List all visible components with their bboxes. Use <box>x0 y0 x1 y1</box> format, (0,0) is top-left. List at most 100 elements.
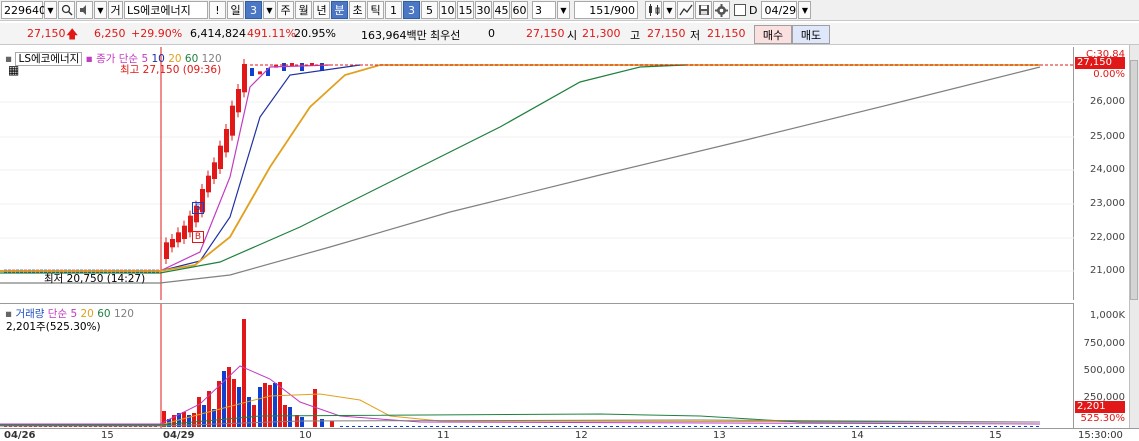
low-annotation: 최저 20,750 (14:27) <box>44 273 146 285</box>
interval-dropdown[interactable]: ▼ <box>557 1 570 19</box>
current-price-tag: 27,150 <box>1075 57 1125 69</box>
period-tick-button[interactable]: 틱 <box>367 1 384 19</box>
price-chart-pane[interactable]: ▪ LS에코에너지 ▪ 종가 단순 5 10 20 60 120 ▦ 최고 27… <box>0 47 1074 300</box>
volume-bar <box>874 426 877 427</box>
interval-1-button[interactable]: 1 <box>385 1 402 19</box>
trade-amount: 163,964백만 <box>361 29 427 42</box>
candle <box>242 64 247 93</box>
period-week-button[interactable]: 주 <box>277 1 294 19</box>
buy-signal-marker[interactable]: B <box>192 231 204 243</box>
vol-ytick: 750,000 <box>1083 338 1125 349</box>
current-price: 27,150 <box>27 27 66 40</box>
volume-bar <box>598 426 601 427</box>
volume-bar <box>646 426 649 427</box>
volume-bar <box>736 426 739 427</box>
sell-signal-marker[interactable]: S <box>192 202 204 214</box>
scrollbar-thumb[interactable] <box>1130 60 1138 300</box>
volume-bar <box>1036 426 1039 427</box>
date-dropdown[interactable]: ▼ <box>798 1 812 19</box>
volume-bar <box>242 319 246 427</box>
period-day-count[interactable]: 3 <box>245 1 262 19</box>
sell-button[interactable]: 매도 <box>792 25 830 44</box>
volume-bar <box>886 426 889 427</box>
candle <box>206 175 211 193</box>
volume-bar <box>406 426 409 427</box>
pin-icon[interactable]: ▪ <box>86 53 93 65</box>
volume-bar <box>340 426 343 427</box>
volume-bar <box>526 426 529 427</box>
interval-30-button[interactable]: 30 <box>475 1 492 19</box>
volume: 6,414,824 <box>190 27 246 40</box>
candle-settings-dropdown[interactable]: ▼ <box>663 1 676 19</box>
volume-bar <box>892 426 895 427</box>
stock-name-field[interactable]: LS에코에너지 <box>124 1 208 19</box>
period-second-button[interactable]: 초 <box>349 1 366 19</box>
volume-bar <box>278 382 282 427</box>
period-month-button[interactable]: 월 <box>295 1 312 19</box>
volume-bar <box>748 426 751 427</box>
date-checkbox[interactable] <box>734 4 746 16</box>
volume-bar <box>330 421 334 427</box>
draw-tool-icon[interactable] <box>677 1 694 19</box>
volume-bar <box>730 426 733 427</box>
alert-button[interactable]: ! <box>209 1 226 19</box>
volume-bar <box>472 426 475 427</box>
open-price: 21,300 <box>582 27 621 40</box>
interval-45-button[interactable]: 45 <box>493 1 510 19</box>
date-input[interactable]: 04/29 <box>761 1 798 19</box>
candle <box>250 68 254 76</box>
up-arrow-icon: 🡅 <box>66 27 79 41</box>
stock-code-input[interactable]: 229640 <box>1 1 46 19</box>
candle <box>212 162 217 179</box>
save-icon[interactable] <box>695 1 712 19</box>
volume-bar <box>862 426 865 427</box>
interval-input[interactable]: 3 <box>532 1 556 19</box>
volume-chart[interactable] <box>0 304 1074 429</box>
volume-bar <box>1000 426 1003 427</box>
volume-bar <box>706 426 709 427</box>
period-minute-button[interactable]: 분 <box>331 1 348 19</box>
interval-60-button[interactable]: 60 <box>511 1 528 19</box>
quote-bar: 27,150 🡅 6,250 +29.90% 6,414,824 491.11%… <box>0 23 1139 45</box>
volume-bar <box>718 426 721 427</box>
volume-bar <box>273 383 277 427</box>
gear-icon[interactable] <box>713 1 730 19</box>
interval-5-button[interactable]: 5 <box>421 1 438 19</box>
buy-button[interactable]: 매수 <box>754 25 792 44</box>
volume-bar <box>442 426 445 427</box>
stock-code-dropdown[interactable]: ▼ <box>44 1 57 19</box>
volume-bar <box>268 385 272 427</box>
xtick: 11 <box>437 430 450 441</box>
interval-15-button[interactable]: 15 <box>457 1 474 19</box>
volume-bar <box>364 426 367 427</box>
grid-icon[interactable]: ▦ <box>8 63 19 77</box>
volume-bar <box>946 426 949 427</box>
candle <box>300 63 304 71</box>
volume-bar <box>544 426 547 427</box>
search-icon[interactable] <box>58 1 75 19</box>
volume-chart-pane[interactable]: ▪ 거래량 단순 5 20 60 120 2,201주(525.30%) <box>0 303 1074 429</box>
volume-bar <box>586 426 589 427</box>
speaker-dropdown[interactable]: ▼ <box>94 1 107 19</box>
period-day-button[interactable]: 일 <box>227 1 244 19</box>
volume-bar <box>448 426 451 427</box>
volume-axis: 1,000K 750,000 500,000 250,000 2,201 525… <box>1075 303 1129 428</box>
volume-bar <box>658 426 661 427</box>
interval-10-button[interactable]: 10 <box>439 1 456 19</box>
market-type-label[interactable]: 거 <box>108 1 123 19</box>
price-chart[interactable] <box>0 47 1074 300</box>
interval-3-button[interactable]: 3 <box>403 1 420 19</box>
period-year-button[interactable]: 년 <box>313 1 330 19</box>
high-label: 고 <box>630 29 641 42</box>
candle-settings-icon[interactable] <box>645 1 662 19</box>
speaker-icon[interactable] <box>76 1 93 19</box>
volume-bar <box>778 426 781 427</box>
volume-bar <box>460 426 463 427</box>
xtick: 10 <box>299 430 312 441</box>
volume-bar <box>320 419 324 427</box>
current-pct-tag: 0.00% <box>1093 69 1125 80</box>
volume-bar <box>934 426 937 427</box>
period-day-dropdown[interactable]: ▼ <box>263 1 276 19</box>
data-count-field[interactable]: 151/900 <box>574 1 638 19</box>
volume-bar <box>700 426 703 427</box>
